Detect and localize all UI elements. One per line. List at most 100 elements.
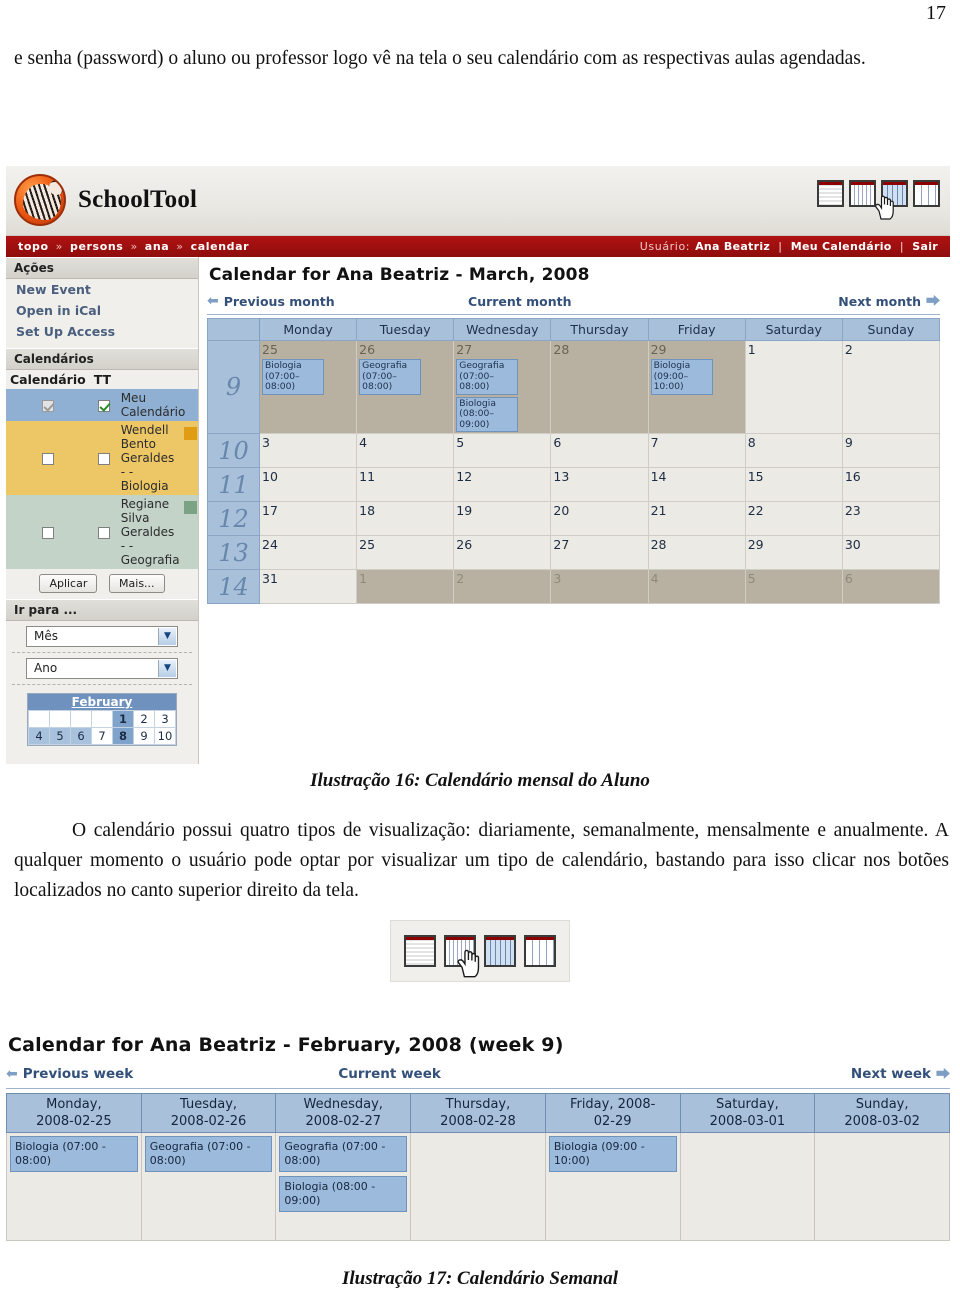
- calendar-day-cell[interactable]: 18: [356, 501, 455, 536]
- mini-day[interactable]: 3: [154, 710, 176, 728]
- mini-day[interactable]: 7: [91, 727, 113, 745]
- table-row[interactable]: Meu Calendário: [6, 389, 198, 421]
- calendar-event[interactable]: Geografia (07:00–08:00): [359, 359, 422, 395]
- user-name[interactable]: Ana Beatriz: [695, 240, 770, 253]
- calendar-day-cell[interactable]: 5: [453, 433, 552, 468]
- week-number-cell[interactable]: 10: [207, 433, 260, 468]
- previous-month-button[interactable]: ⬅ Previous month: [207, 293, 335, 309]
- calendar-event[interactable]: Geografia (07:00–08:00): [456, 359, 519, 395]
- calendar-day-cell[interactable]: 15: [744, 467, 843, 502]
- week-number-cell[interactable]: 13: [207, 535, 260, 570]
- calendar-event[interactable]: Geografia (07:00 - 08:00): [144, 1136, 273, 1172]
- calendar-day-cell[interactable]: 2: [453, 569, 552, 604]
- calendar-day-cell[interactable]: 16: [841, 467, 941, 502]
- mini-day[interactable]: 9: [133, 727, 155, 745]
- calendar-day-cell[interactable]: 2: [841, 340, 941, 434]
- tt-checkbox-biologia[interactable]: [97, 452, 110, 465]
- sidebar-action-open-in-ical[interactable]: Open in iCal: [6, 300, 198, 321]
- my-calendar-link[interactable]: Meu Calendário: [791, 240, 892, 253]
- calendar-checkbox-geografia[interactable]: [41, 526, 54, 539]
- month-select[interactable]: Mês ▼: [26, 626, 178, 647]
- logout-link[interactable]: Sair: [912, 240, 938, 253]
- apply-button[interactable]: Aplicar: [39, 574, 98, 593]
- calendar-event[interactable]: Biologia (07:00–08:00): [262, 359, 324, 395]
- calendar-day-cell[interactable]: 23: [841, 501, 941, 536]
- week-number-cell[interactable]: 11: [207, 467, 260, 502]
- calendar-day-cell[interactable]: 14: [647, 467, 746, 502]
- table-row[interactable]: Regiane Silva Geraldes - - Geografia: [6, 495, 198, 569]
- next-month-button[interactable]: Next month ⮕: [838, 291, 940, 311]
- calendar-day-cell[interactable]: 31: [258, 569, 358, 604]
- calendar-day-cell[interactable]: 11: [356, 467, 455, 502]
- previous-week-button[interactable]: ⬅ Previous week: [6, 1066, 133, 1082]
- calendar-checkbox-biologia[interactable]: [41, 452, 54, 465]
- calendar-day-cell[interactable]: 20: [550, 501, 649, 536]
- week-number-cell[interactable]: 9: [207, 340, 260, 434]
- yearly-view-icon[interactable]: [913, 180, 940, 207]
- daily-view-icon[interactable]: [404, 935, 436, 967]
- week-column-header[interactable]: Monday, 2008-02-25: [6, 1093, 142, 1133]
- calendar-day-cell[interactable]: 6: [841, 569, 941, 604]
- calendar-day-cell[interactable]: 3: [258, 433, 358, 468]
- calendar-day-cell[interactable]: 27 Geografia (07:00–08:00) Biologia (08:00…: [453, 340, 552, 434]
- calendar-day-cell[interactable]: 10: [258, 467, 358, 502]
- calendar-day-cell[interactable]: 13: [550, 467, 649, 502]
- sidebar-action-new-event[interactable]: New Event: [6, 279, 198, 300]
- yearly-view-icon[interactable]: [524, 935, 556, 967]
- week-column-header[interactable]: Tuesday, 2008-02-26: [140, 1093, 277, 1133]
- week-day-cell[interactable]: Geografia (07:00 - 08:00): [140, 1132, 277, 1241]
- year-select[interactable]: Ano ▼: [26, 658, 178, 679]
- calendar-event[interactable]: Biologia (08:00 - 09:00): [279, 1176, 408, 1212]
- calendar-day-cell[interactable]: 9: [841, 433, 941, 468]
- calendar-day-cell[interactable]: 6: [550, 433, 649, 468]
- calendar-day-cell[interactable]: 21: [647, 501, 746, 536]
- calendar-day-cell[interactable]: 25 Biologia (07:00–08:00): [258, 340, 358, 434]
- mini-day[interactable]: 8: [112, 727, 134, 745]
- calendar-day-cell[interactable]: 4: [356, 433, 455, 468]
- breadcrumb-item-calendar[interactable]: calendar: [191, 240, 250, 253]
- calendar-checkbox-mine[interactable]: [41, 399, 54, 412]
- monthly-view-icon[interactable]: [484, 935, 516, 967]
- mini-day[interactable]: 1: [112, 710, 134, 728]
- calendar-day-cell[interactable]: 29 Biologia (09:00–10:00): [647, 340, 746, 434]
- calendar-day-cell[interactable]: 26: [453, 535, 552, 570]
- calendar-day-cell[interactable]: 12: [453, 467, 552, 502]
- calendar-event[interactable]: Geografia (07:00 - 08:00): [279, 1136, 408, 1172]
- week-day-cell[interactable]: [410, 1132, 546, 1241]
- mini-day[interactable]: 2: [133, 710, 155, 728]
- calendar-day-cell[interactable]: 5: [744, 569, 843, 604]
- calendar-day-cell[interactable]: 1: [356, 569, 455, 604]
- calendar-day-cell[interactable]: 8: [744, 433, 843, 468]
- calendar-day-cell[interactable]: 29: [744, 535, 843, 570]
- week-column-header[interactable]: Friday, 2008- 02-29: [544, 1093, 681, 1133]
- mini-day[interactable]: 4: [28, 727, 50, 745]
- next-week-button[interactable]: Next week ⮕: [851, 1064, 950, 1084]
- calendar-event[interactable]: Biologia (09:00 - 10:00): [548, 1136, 677, 1172]
- calendar-day-cell[interactable]: 28: [550, 340, 649, 434]
- week-day-cell[interactable]: [814, 1132, 950, 1241]
- monthly-view-icon[interactable]: [881, 180, 908, 207]
- calendar-day-cell[interactable]: 25: [356, 535, 455, 570]
- weekly-view-icon[interactable]: [849, 180, 876, 207]
- week-number-cell[interactable]: 14: [207, 569, 260, 604]
- calendar-event[interactable]: Biologia (07:00 - 08:00): [10, 1136, 138, 1172]
- calendar-day-cell[interactable]: 4: [647, 569, 746, 604]
- calendar-day-cell[interactable]: 27: [550, 535, 649, 570]
- week-day-cell[interactable]: Geografia (07:00 - 08:00) Biologia (08:00…: [275, 1132, 412, 1241]
- mini-day[interactable]: 6: [70, 727, 92, 745]
- calendar-event[interactable]: Biologia (09:00–10:00): [650, 359, 713, 395]
- mini-calendar-title[interactable]: February: [28, 694, 176, 710]
- tt-checkbox-geografia[interactable]: [97, 526, 110, 539]
- table-row[interactable]: Wendell Bento Geraldes - - Biologia: [6, 421, 198, 495]
- calendar-day-cell[interactable]: 17: [258, 501, 358, 536]
- calendar-day-cell[interactable]: 7: [647, 433, 746, 468]
- sidebar-action-set-up-access[interactable]: Set Up Access: [6, 321, 198, 342]
- calendar-day-cell[interactable]: 28: [647, 535, 746, 570]
- more-button[interactable]: Mais...: [109, 574, 165, 593]
- breadcrumb-item-persons[interactable]: persons: [70, 240, 123, 253]
- week-column-header[interactable]: Wednesday, 2008-02-27: [275, 1093, 412, 1133]
- calendar-event[interactable]: Biologia (08:00–09:00): [456, 396, 519, 432]
- week-column-header[interactable]: Saturday, 2008-03-01: [679, 1093, 816, 1133]
- calendar-day-cell[interactable]: 3: [550, 569, 649, 604]
- current-month-button[interactable]: Current month: [468, 294, 572, 309]
